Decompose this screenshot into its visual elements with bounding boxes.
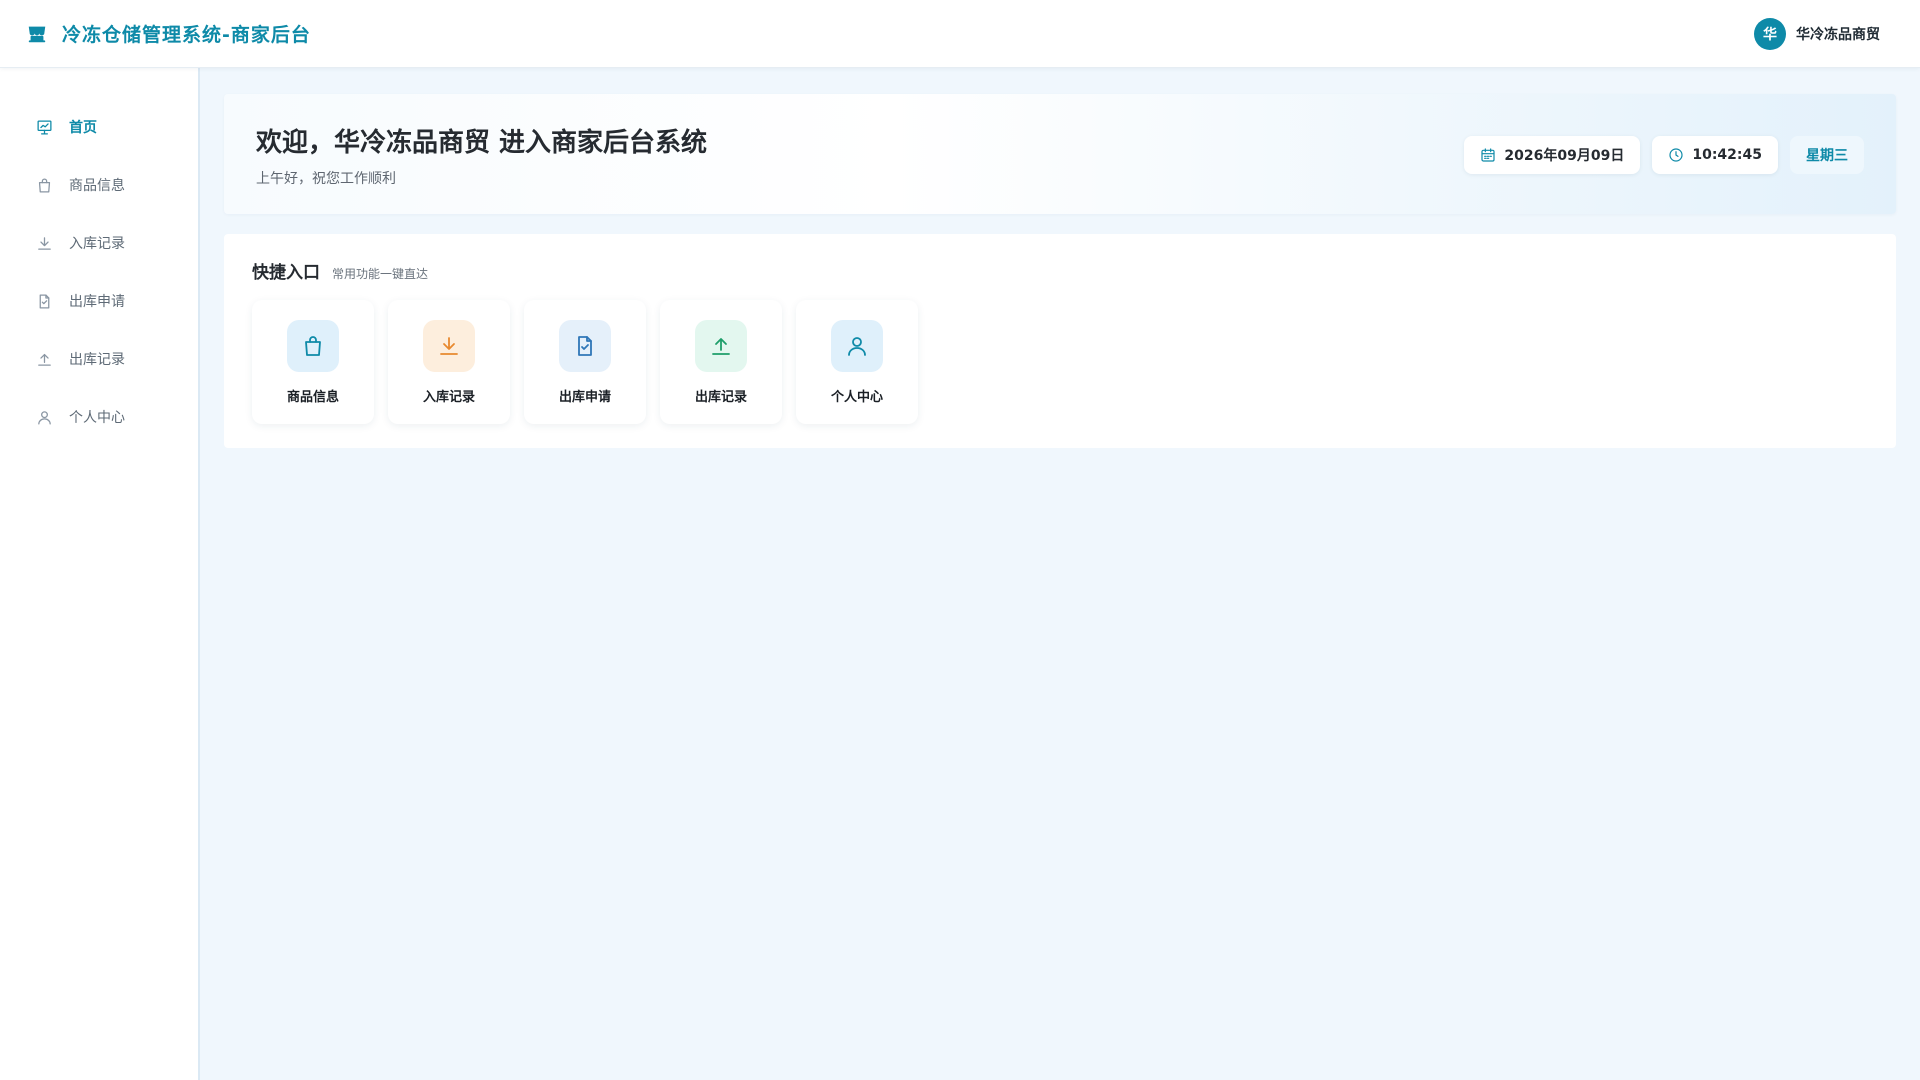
- welcome-subtitle: 上午好，祝您工作顺利: [256, 171, 396, 187]
- shopping-bag-icon: [36, 177, 53, 194]
- quick-entry-header: 快捷入口 常用功能一键直达: [252, 258, 428, 283]
- quick-entry-panel: 快捷入口 常用功能一键直达 商品信息 入库记录 出库申请 出库记录 个人中心: [224, 234, 1896, 448]
- shopping-bag-icon: [305, 336, 321, 356]
- top-header: 冷冻仓储管理系统-商家后台 华 华冷冻品商贸: [0, 0, 1920, 68]
- sidebar-item-products[interactable]: 商品信息: [0, 156, 198, 214]
- sidebar-item-label: 出库记录: [69, 352, 125, 368]
- user-icon: [36, 409, 53, 426]
- user-name[interactable]: 华冷冻品商贸: [1796, 24, 1880, 44]
- sidebar-item-inbound[interactable]: 入库记录: [0, 214, 198, 272]
- date-chip: 2026年09月09日: [1464, 136, 1641, 174]
- quick-entry-title: 快捷入口: [252, 263, 320, 283]
- clock-icon: [1668, 147, 1684, 163]
- avatar[interactable]: 华: [1754, 17, 1786, 50]
- file-check-icon: [36, 293, 53, 310]
- quick-icon-box: [831, 320, 883, 372]
- sidebar: 首页 商品信息 入库记录 出库申请 出库记录 个人中心: [0, 68, 200, 1080]
- quick-icon-box: [287, 320, 339, 372]
- sidebar-item-profile[interactable]: 个人中心: [0, 388, 198, 446]
- upload-icon: [36, 351, 53, 368]
- welcome-banner: 欢迎，华冷冻品商贸 进入商家后台系统 上午好，祝您工作顺利 2026年09月09…: [224, 94, 1896, 214]
- quick-card-outbound-records[interactable]: 出库记录: [660, 300, 782, 424]
- download-icon: [36, 235, 53, 252]
- sidebar-item-label: 入库记录: [69, 236, 125, 252]
- brand: 冷冻仓储管理系统-商家后台: [26, 20, 311, 47]
- weekday-text: 星期三: [1806, 148, 1848, 164]
- chart-board-icon: [36, 119, 53, 136]
- quick-entry-grid: 商品信息 入库记录 出库申请 出库记录 个人中心: [252, 300, 918, 424]
- sidebar-item-outbound-records[interactable]: 出库记录: [0, 330, 198, 388]
- welcome-title: 欢迎，华冷冻品商贸 进入商家后台系统: [256, 128, 708, 158]
- sidebar-item-home[interactable]: 首页: [0, 98, 198, 156]
- file-check-icon: [578, 336, 592, 356]
- user-icon: [848, 337, 866, 356]
- sidebar-item-label: 首页: [69, 120, 97, 136]
- sidebar-item-outbound-apply[interactable]: 出库申请: [0, 272, 198, 330]
- download-icon: [440, 337, 458, 355]
- time-text: 10:42:45: [1692, 147, 1762, 163]
- quick-card-label: 入库记录: [422, 390, 475, 405]
- quick-icon-box: [695, 320, 747, 372]
- quick-entry-subtitle: 常用功能一键直达: [332, 267, 429, 281]
- upload-icon: [712, 338, 730, 355]
- weekday-chip: 星期三: [1790, 136, 1864, 174]
- quick-icon-box: [559, 320, 611, 372]
- quick-card-inbound[interactable]: 入库记录: [388, 300, 510, 424]
- calendar-icon: [1480, 147, 1496, 163]
- sidebar-item-label: 商品信息: [69, 178, 125, 194]
- time-chip: 10:42:45: [1652, 136, 1778, 174]
- quick-card-products[interactable]: 商品信息: [252, 300, 374, 424]
- quick-card-label: 商品信息: [286, 390, 339, 405]
- user-menu[interactable]: 华 华冷冻品商贸: [1754, 17, 1880, 50]
- quick-card-label: 出库记录: [694, 390, 747, 405]
- datetime-chips: 2026年09月09日 10:42:45 星期三: [1464, 136, 1864, 174]
- quick-card-outbound-apply[interactable]: 出库申请: [524, 300, 646, 424]
- quick-icon-box: [423, 320, 475, 372]
- app-title: 冷冻仓储管理系统-商家后台: [62, 24, 311, 46]
- quick-card-label: 出库申请: [558, 390, 611, 405]
- quick-card-label: 个人中心: [830, 390, 883, 405]
- sidebar-item-label: 出库申请: [69, 294, 125, 310]
- date-text: 2026年09月09日: [1504, 148, 1625, 164]
- quick-card-profile[interactable]: 个人中心: [796, 300, 918, 424]
- store-icon: [26, 23, 48, 45]
- sidebar-item-label: 个人中心: [69, 410, 125, 426]
